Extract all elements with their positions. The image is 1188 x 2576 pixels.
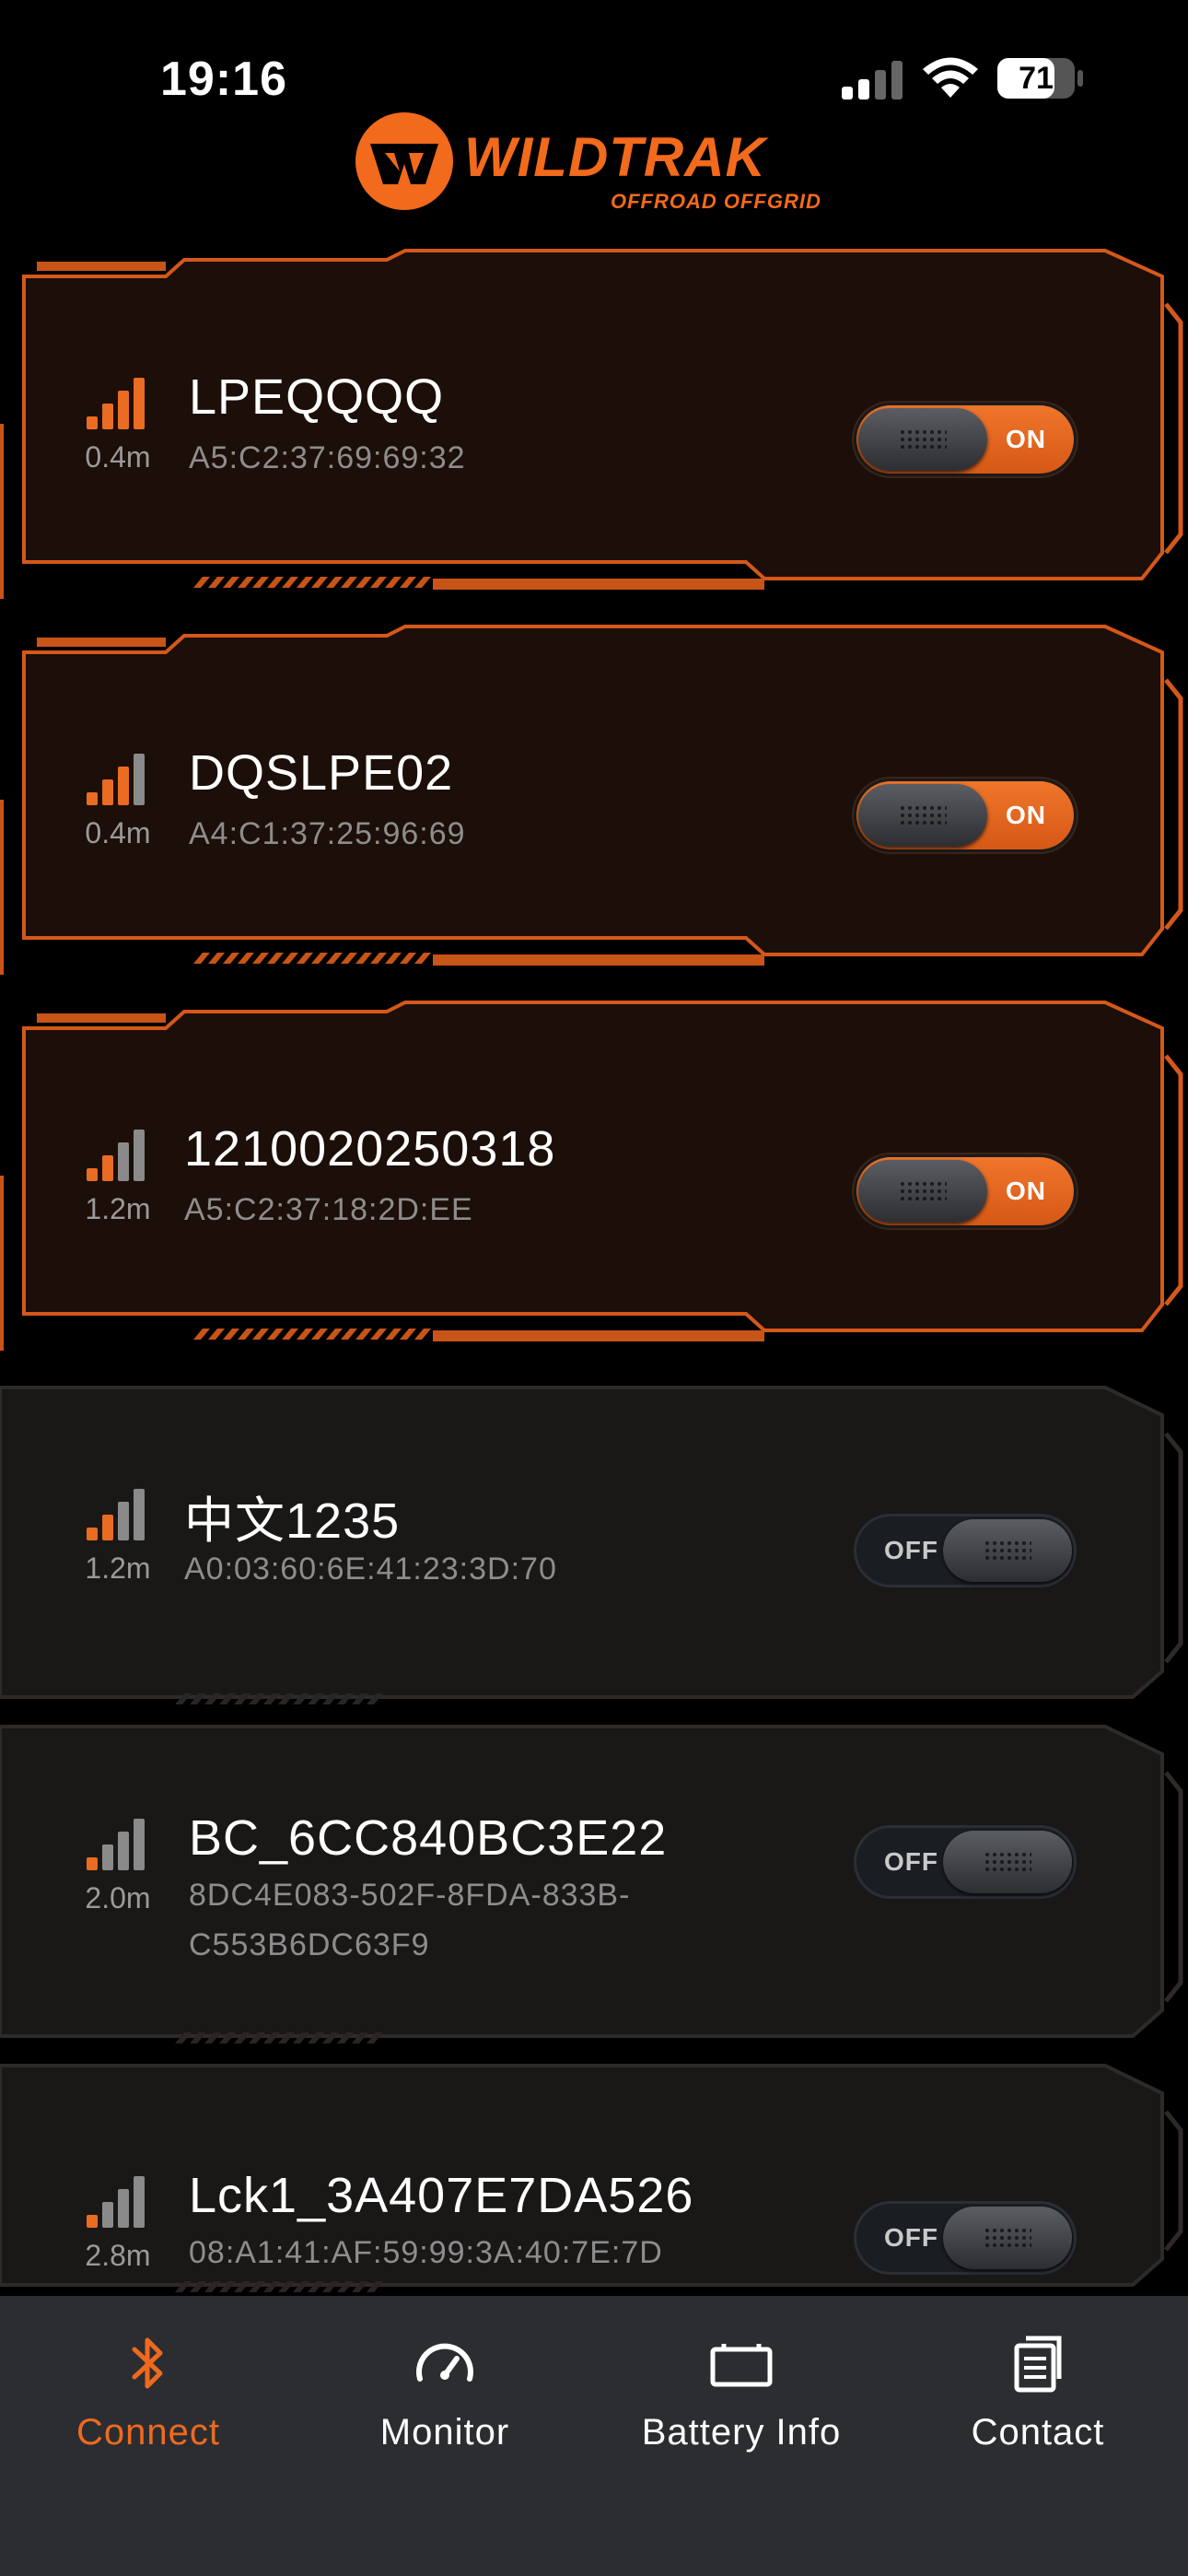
connection-toggle[interactable]: OFF [856,1828,1074,1896]
tab-connect-label: Connect [76,2412,220,2453]
device-address: 8DC4E083-502F-8FDA-833B-C553B6DC63F9 [189,1878,631,1962]
gauge-icon [416,2343,473,2382]
tab-battery-info-label: Battery Info [641,2412,842,2453]
wildtrak-logo: WILDTRAK OFFROAD OFFGRID [354,109,833,217]
connection-toggle[interactable]: ON [856,781,1074,849]
cellular-signal-icon [842,61,903,100]
connection-toggle[interactable]: OFF [856,2204,1074,2272]
signal-strength-icon [87,2176,145,2228]
device-address: A5:C2:37:69:69:32 [189,440,466,475]
tab-monitor[interactable]: Monitor [297,2296,593,2480]
device-card[interactable]: 2.8m Lck1_3A407E7DA526 08:A1:41:AF:59:99:3… [0,2056,1188,2296]
tab-connect[interactable]: Connect [0,2296,297,2480]
tab-battery-info[interactable]: Battery Info [593,2296,890,2480]
connection-toggle[interactable]: ON [856,405,1074,474]
tab-bar: Connect Monitor Battery Info Contact [0,2296,1188,2576]
tab-contact-label: Contact [971,2412,1105,2453]
signal-strength-icon [87,1819,145,1870]
signal-strength-icon [87,754,145,805]
tab-contact[interactable]: Contact [890,2296,1186,2480]
signal-strength-icon [87,378,145,429]
toggle-knob[interactable] [858,784,987,847]
device-distance: 0.4m [85,440,151,474]
device-card[interactable]: 1.2m 中文1235 A0:03:60:6E:41:23:3D:70 OFF [0,1378,1188,1708]
document-icon [1014,2336,1062,2393]
device-card[interactable]: 1.2m 1210020250318 A5:C2:37:18:2D:EE ON [0,1001,1188,1351]
device-distance: 1.2m [85,1551,151,1585]
device-name: LPEQQQQ [189,369,445,425]
grip-icon [899,428,947,451]
grip-icon [899,804,947,826]
toggle-knob[interactable] [943,1519,1072,1582]
connection-toggle[interactable]: OFF [856,1516,1074,1585]
toggle-state-label: ON [1006,801,1046,829]
device-list[interactable]: 0.4m LPEQQQQ A5:C2:37:69:69:32 ON 0.4m DQSLPE… [0,249,1188,2296]
device-card[interactable]: 2.0m BC_6CC840BC3E22 8DC4E083-502F-8FDA-83… [0,1717,1188,2047]
grip-icon [984,1540,1031,1562]
status-bar: 19:16 71 [0,0,1188,111]
toggle-state-label: OFF [884,1847,938,1876]
device-distance: 2.0m [85,1881,151,1914]
tab-monitor-label: Monitor [379,2412,510,2453]
status-time: 19:16 [160,53,287,106]
signal-strength-icon [87,1489,145,1540]
toggle-knob[interactable] [858,408,987,471]
grip-icon [984,2227,1031,2249]
toggle-state-label: ON [1006,425,1046,453]
device-address: A0:03:60:6E:41:23:3D:70 [184,1551,557,1587]
device-address: 08:A1:41:AF:59:99:3A:40:7E:7D [189,2235,663,2270]
device-name: 中文1235 [184,1493,401,1549]
toggle-state-label: OFF [884,2223,938,2252]
device-address: A4:C1:37:25:96:69 [189,816,466,851]
toggle-knob[interactable] [943,2207,1072,2269]
device-address: A5:C2:37:18:2D:EE [184,1192,473,1227]
toggle-state-label: ON [1006,1177,1046,1205]
connection-toggle[interactable]: ON [856,1157,1074,1225]
device-distance: 2.8m [85,2239,151,2272]
toggle-knob[interactable] [858,1160,987,1223]
battery-level: 71 [1019,61,1054,96]
device-name: BC_6CC840BC3E22 [189,1810,668,1866]
toggle-knob[interactable] [943,1831,1072,1893]
bluetooth-icon [132,2337,163,2389]
device-card[interactable]: 0.4m LPEQQQQ A5:C2:37:69:69:32 ON [0,249,1188,599]
grip-icon [984,1851,1031,1873]
device-distance: 0.4m [85,816,151,849]
signal-strength-icon [87,1130,145,1181]
toggle-state-label: OFF [884,1536,938,1564]
device-name: 1210020250318 [184,1121,556,1177]
device-card[interactable]: 0.4m DQSLPE02 A4:C1:37:25:96:69 ON [0,625,1188,975]
grip-icon [899,1180,947,1202]
logo-tagline: OFFROAD OFFGRID [611,190,821,213]
wifi-icon [923,57,978,98]
logo-mark-icon [355,112,453,210]
logo-name: WILDTRAK [464,126,766,188]
device-distance: 1.2m [85,1192,151,1225]
battery-icon [710,2344,773,2387]
device-name: DQSLPE02 [189,745,454,801]
device-name: Lck1_3A407E7DA526 [189,2168,694,2223]
